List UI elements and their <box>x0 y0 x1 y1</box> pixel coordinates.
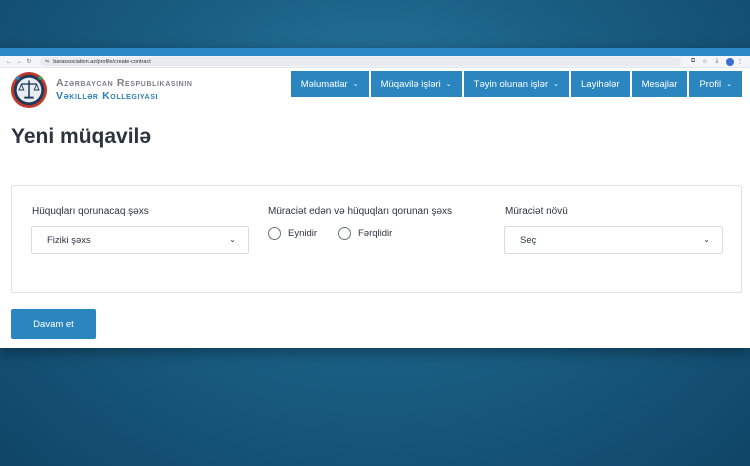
reload-icon[interactable]: ↻ <box>24 58 34 65</box>
request-type-select[interactable]: Seç ⌄ <box>504 226 723 254</box>
radio-label: Fərqlidir <box>358 228 393 239</box>
menu-item-mesajlar[interactable]: Mesajlar <box>631 71 688 97</box>
continue-button[interactable]: Davam et <box>11 309 96 339</box>
download-icon[interactable]: ⤓ <box>711 58 723 65</box>
brand-title: Azərbaycan Respublikasının <box>56 77 193 89</box>
applicant-label: Müraciət edən və hüquqları qorunan şəxs <box>268 206 453 217</box>
menu-item-teyin-olunan-isler[interactable]: Təyin olunan işlər ⌄ <box>463 71 569 97</box>
site-header: Azərbaycan Respublikasının Vəkillər Koll… <box>0 68 750 111</box>
main-menu: Məlumatlar ⌄ Müqavilə işləri ⌄ Təyin olu… <box>290 71 742 97</box>
url-field[interactable]: ⇋ barassociation.az/profile/create-contr… <box>40 57 681 66</box>
chevron-down-icon: ⌄ <box>445 81 452 88</box>
radio-circle[interactable] <box>268 227 281 240</box>
chevron-down-icon: ⌄ <box>553 81 559 88</box>
chevron-down-icon: ⌄ <box>229 235 236 244</box>
menu-item-label: Layihələr <box>581 78 620 90</box>
bar-association-logo-icon[interactable] <box>10 71 48 109</box>
back-arrow-icon[interactable]: ← <box>4 59 14 65</box>
url-text: barassociation.az/profile/create-contrac… <box>53 58 151 65</box>
site-info-icon[interactable]: ⇋ <box>45 59 49 65</box>
protected-person-label: Hüquqları qorunacaq şəxs <box>32 206 149 217</box>
brand-subtitle: Vəkillər Kollegiyası <box>56 90 159 102</box>
radio-label: Eynidir <box>288 228 318 239</box>
menu-item-label: Mesajlar <box>641 78 678 90</box>
protected-person-value: Fiziki şəxs <box>47 234 91 246</box>
browser-tab-strip <box>0 48 750 56</box>
menu-item-label: Təyin olunan işlər <box>473 78 549 90</box>
brand[interactable]: Azərbaycan Respublikasının Vəkillər Koll… <box>56 77 193 102</box>
radio-eynidir[interactable]: Eynidir <box>268 227 317 240</box>
request-type-value: Seç <box>520 234 537 246</box>
address-bar: ← → ↻ ⇋ barassociation.az/profile/create… <box>0 56 750 68</box>
star-icon[interactable]: ☆ <box>699 58 711 65</box>
chevron-down-icon: ⌄ <box>726 81 732 88</box>
protected-person-select[interactable]: Fiziki şəxs ⌄ <box>31 226 249 254</box>
chevron-down-icon: ⌄ <box>352 81 359 88</box>
menu-item-profil[interactable]: Profil ⌄ <box>689 71 742 97</box>
chevron-down-icon: ⌄ <box>703 235 710 244</box>
profile-avatar-icon[interactable] <box>726 57 734 66</box>
menu-item-melumatlar[interactable]: Məlumatlar ⌄ <box>290 71 369 97</box>
request-type-label: Müraciət növü <box>505 206 568 217</box>
menu-item-layiheler[interactable]: Layihələr <box>571 71 630 97</box>
forward-arrow-icon[interactable]: → <box>14 59 24 65</box>
contract-form-card: Hüquqları qorunacaq şəxs Fiziki şəxs ⌄ M… <box>11 185 742 293</box>
menu-item-muqavile-isleri[interactable]: Müqavilə işləri ⌄ <box>370 71 462 97</box>
translate-icon[interactable]: ⧉ <box>687 58 699 65</box>
menu-item-label: Profil <box>699 78 722 90</box>
radio-ferqlidir[interactable]: Fərqlidir <box>338 227 392 240</box>
more-icon[interactable]: ⋮ <box>734 58 746 65</box>
menu-item-label: Məlumatlar <box>300 78 348 90</box>
page-title: Yeni müqavilə <box>11 125 152 148</box>
radio-circle[interactable] <box>338 227 351 240</box>
browser-window: ← → ↻ ⇋ barassociation.az/profile/create… <box>0 48 750 348</box>
menu-item-label: Müqavilə işləri <box>380 78 441 90</box>
